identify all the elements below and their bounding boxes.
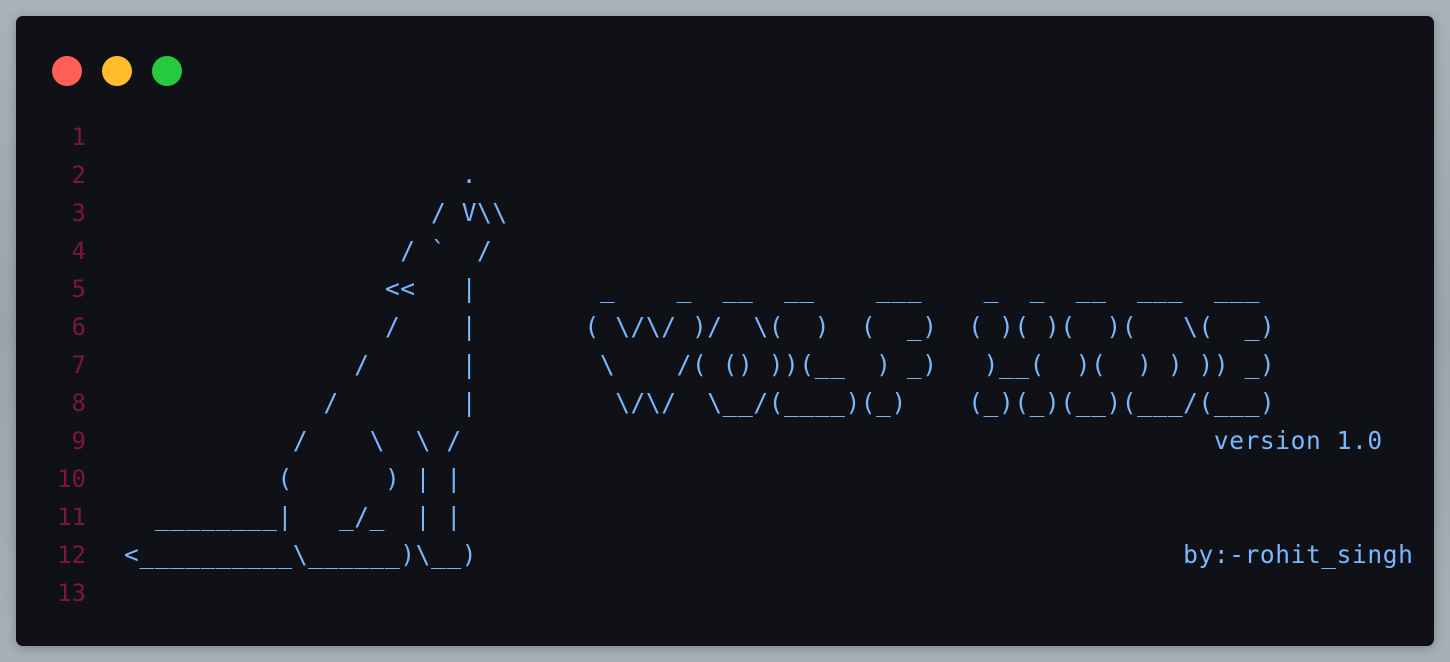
- line-number: 11: [57, 503, 86, 531]
- code-line: 10 ( ) | |: [16, 460, 1434, 498]
- line-number: 12: [57, 541, 86, 569]
- maximize-button[interactable]: [152, 56, 182, 86]
- code-line: 6 / | ( \/\/ )/ \( ) ( _) ( )( )( )( \( …: [16, 308, 1434, 346]
- code-line: 12 <__________\______)\__) by:-rohit_sin…: [16, 536, 1434, 574]
- line-text: / | \/\/ \__/(____)(_) (_)(_)(__)(___/(_…: [124, 388, 1276, 417]
- line-number: 13: [57, 579, 86, 607]
- line-number: 2: [71, 161, 86, 189]
- line-text: .: [124, 160, 478, 189]
- line-number: 1: [71, 123, 86, 151]
- line-text: / V\\: [124, 198, 508, 227]
- code-line: 9 / \ \ / version 1.0: [16, 422, 1434, 460]
- line-number: 10: [57, 465, 86, 493]
- code-line: 5 << | _ _ __ __ ___ _ _ __ ___ ___: [16, 270, 1434, 308]
- line-number: 3: [71, 199, 86, 227]
- code-line: 7 / | \ /( () ))(__ ) _) )__( )( ) ) )) …: [16, 346, 1434, 384]
- line-number: 8: [71, 389, 86, 417]
- line-text: / | \ /( () ))(__ ) _) )__( )( ) ) )) _): [124, 350, 1276, 379]
- line-number: 7: [71, 351, 86, 379]
- code-line: 2 .: [16, 156, 1434, 194]
- line-text: ( ) | |: [124, 464, 462, 493]
- line-number: 6: [71, 313, 86, 341]
- line-text: << | _ _ __ __ ___ _ _ __ ___ ___: [124, 274, 1260, 303]
- terminal-window: 1 2 . 3 / V\\ 4 / ` / 5 << | _ _ __ __ _…: [16, 16, 1434, 646]
- line-text: / \ \ / version 1.0: [124, 426, 1383, 455]
- line-text: / ` /: [124, 236, 493, 265]
- code-line: 11 ________| _/_ | |: [16, 498, 1434, 536]
- line-number: 4: [71, 237, 86, 265]
- code-line: 8 / | \/\/ \__/(____)(_) (_)(_)(__)(___/…: [16, 384, 1434, 422]
- line-text: <__________\______)\__) by:-rohit_singh: [124, 540, 1414, 569]
- line-text: ________| _/_ | |: [124, 502, 462, 531]
- close-button[interactable]: [52, 56, 82, 86]
- code-line: 13: [16, 574, 1434, 612]
- code-line: 3 / V\\: [16, 194, 1434, 232]
- code-line: 1: [16, 118, 1434, 156]
- minimize-button[interactable]: [102, 56, 132, 86]
- code-line: 4 / ` /: [16, 232, 1434, 270]
- line-text: / | ( \/\/ )/ \( ) ( _) ( )( )( )( \( _): [124, 312, 1276, 341]
- code-area: 1 2 . 3 / V\\ 4 / ` / 5 << | _ _ __ __ _…: [16, 118, 1434, 612]
- line-number: 5: [71, 275, 86, 303]
- line-number: 9: [71, 427, 86, 455]
